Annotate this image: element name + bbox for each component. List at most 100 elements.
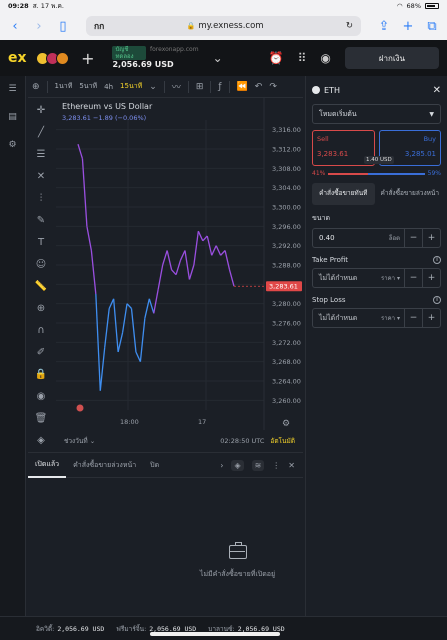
add-indicator-icon[interactable]: ⊕ bbox=[32, 82, 40, 92]
sentiment-bar: 41% 59% bbox=[312, 170, 441, 177]
price-line-segment bbox=[130, 308, 137, 353]
price-line-segment bbox=[220, 250, 226, 256]
lock-icon[interactable]: 🔒 bbox=[35, 368, 47, 381]
chevron-down-icon[interactable]: ⌄ bbox=[213, 51, 223, 65]
exness-logo[interactable]: ex bbox=[8, 50, 31, 66]
tabs-icon[interactable]: ⧉ bbox=[425, 19, 439, 34]
price-line-segment bbox=[224, 250, 231, 270]
trend-line-icon[interactable]: ╱ bbox=[38, 126, 44, 139]
channel-icon[interactable]: ⫶ bbox=[40, 192, 43, 205]
calendar-icon[interactable]: ▤ bbox=[8, 112, 17, 122]
chevron-down-icon[interactable]: ▾ bbox=[397, 315, 400, 322]
new-tab-icon[interactable]: + bbox=[401, 19, 415, 34]
decrement-button[interactable]: − bbox=[404, 309, 422, 327]
chevron-down-icon[interactable]: ⌄ bbox=[88, 437, 95, 445]
timeframe-4h[interactable]: 4h bbox=[104, 83, 113, 91]
order-mode-select[interactable]: โหมดเริ่มต้น ▼ bbox=[312, 104, 441, 124]
magnet-icon[interactable]: ∩ bbox=[37, 324, 44, 337]
crosshair-icon[interactable]: ✛ bbox=[37, 104, 45, 117]
close-icon[interactable]: ✕ bbox=[288, 461, 295, 470]
timeframe-5m[interactable]: 5นาที bbox=[79, 81, 97, 92]
event-marker bbox=[76, 404, 84, 412]
date-range-button[interactable]: ช่วงวันที่ bbox=[64, 436, 88, 446]
address-bar[interactable]: กก 🔒 my.exness.com ↻ bbox=[86, 16, 361, 36]
browser-toolbar: ‹ › ▯ กก 🔒 my.exness.com ↻ ⇪ + ⧉ bbox=[0, 12, 447, 40]
pencil-lock-icon[interactable]: ✐ bbox=[37, 346, 45, 359]
reload-icon[interactable]: ↻ bbox=[346, 21, 353, 31]
tab-pending-order[interactable]: คำสั่งซื้อขายล่วงหน้า bbox=[379, 183, 442, 205]
price-line-segment bbox=[166, 250, 173, 270]
forward-icon[interactable]: › bbox=[32, 19, 46, 34]
eth-icon bbox=[312, 86, 320, 94]
share-icon[interactable]: ⇪ bbox=[377, 19, 391, 34]
decrement-button[interactable]: − bbox=[404, 229, 422, 247]
tab-closed[interactable]: ปิด bbox=[143, 452, 166, 478]
ruler-icon[interactable]: 📏 bbox=[35, 280, 47, 293]
increment-button[interactable]: + bbox=[422, 229, 440, 247]
timeframe-1m[interactable]: 1นาที bbox=[55, 81, 73, 92]
redo-icon[interactable]: ↷ bbox=[269, 82, 277, 92]
deposit-button[interactable]: ฝากเงิน bbox=[344, 47, 439, 69]
stack-icon[interactable]: ≋ bbox=[251, 459, 265, 471]
alarm-clock-icon[interactable]: ⏰ bbox=[269, 51, 284, 65]
y-tick-label: 3,312.00 bbox=[272, 146, 301, 154]
info-icon[interactable]: i bbox=[433, 296, 441, 304]
brush-icon[interactable]: ✎ bbox=[37, 214, 45, 227]
chevron-down-icon[interactable]: ⌄ bbox=[149, 82, 157, 92]
chart-canvas[interactable]: 3,316.00 3,312.00 3,308.00 3,304.00 3,300.00… bbox=[56, 98, 303, 450]
tab-open[interactable]: เปิดแล้ว bbox=[28, 452, 67, 478]
increment-button[interactable]: + bbox=[422, 309, 440, 327]
layers-icon[interactable]: ◈ bbox=[37, 434, 45, 447]
undo-icon[interactable]: ↶ bbox=[255, 82, 263, 92]
group-icon[interactable]: ◈ bbox=[231, 459, 244, 471]
emoji-icon[interactable]: ☺ bbox=[36, 258, 46, 271]
chart-type-icon[interactable]: 〰 bbox=[172, 80, 181, 93]
y-tick-label: 3,308.00 bbox=[272, 165, 301, 173]
add-instrument-icon[interactable]: + bbox=[81, 49, 94, 68]
price-line-segment bbox=[228, 269, 235, 287]
chevron-down-icon[interactable]: ▾ bbox=[397, 275, 400, 282]
book-icon[interactable]: ▯ bbox=[56, 19, 70, 34]
layout-icon[interactable]: ⊞ bbox=[196, 82, 204, 92]
instrument-flag[interactable] bbox=[56, 51, 70, 65]
settings-icon[interactable]: ⚙ bbox=[8, 140, 16, 150]
take-profit-input[interactable]: ไม่ได้กำหนด ราคา ▾ − + bbox=[312, 268, 441, 288]
trash-icon[interactable]: 🗑 bbox=[35, 412, 48, 425]
decrement-button[interactable]: − bbox=[404, 269, 422, 287]
price-line-segment bbox=[188, 264, 195, 280]
chevron-right-icon[interactable]: › bbox=[220, 461, 223, 470]
volume-input[interactable]: 0.40 ล็อต − + bbox=[312, 228, 441, 248]
timeframe-15m[interactable]: 15นาที bbox=[120, 81, 142, 92]
positions-panel: ไม่มีคำสั่งซื้อขายที่เปิดอยู่ bbox=[28, 478, 447, 616]
stop-loss-input[interactable]: ไม่ได้กำหนด ราคา ▾ − + bbox=[312, 308, 441, 328]
back-icon[interactable]: ‹ bbox=[8, 19, 22, 34]
price-chart[interactable]: 3,316.00 3,312.00 3,308.00 3,304.00 3,300.00… bbox=[56, 98, 303, 450]
auto-scale-toggle[interactable]: อัตโนมัติ bbox=[270, 436, 295, 446]
tab-pending[interactable]: คำสั่งซื้อขายล่วงหน้า bbox=[66, 452, 143, 478]
more-icon[interactable]: ⋮ bbox=[272, 461, 280, 470]
pattern-icon[interactable]: ✕ bbox=[37, 170, 45, 183]
sell-ratio: 41% bbox=[312, 170, 326, 177]
apps-grid-icon[interactable]: ⠿ bbox=[298, 51, 307, 65]
briefcase-icon bbox=[228, 541, 247, 559]
price-line-segment bbox=[135, 351, 141, 362]
menu-icon[interactable]: ☰ bbox=[8, 84, 16, 94]
text-icon[interactable]: T bbox=[38, 236, 44, 249]
increment-button[interactable]: + bbox=[422, 269, 440, 287]
instrument-tabs[interactable] bbox=[36, 51, 70, 65]
tab-market-order[interactable]: คำสั่งซื้อขายทันที bbox=[312, 183, 375, 205]
zoom-in-icon[interactable]: ⊕ bbox=[37, 302, 45, 315]
fib-icon[interactable]: ☰ bbox=[37, 148, 46, 161]
rewind-icon[interactable]: ⏪ bbox=[237, 82, 248, 92]
price-line-segment bbox=[139, 318, 146, 362]
info-icon[interactable]: i bbox=[433, 256, 441, 264]
chart-quote: 3,283.61 −1.89 (−0.06%) bbox=[62, 114, 147, 122]
close-icon[interactable]: ✕ bbox=[433, 85, 441, 96]
profile-icon[interactable]: ◉ bbox=[320, 51, 330, 65]
eye-icon[interactable]: ◉ bbox=[37, 390, 46, 403]
indicators-icon[interactable]: ƒ bbox=[218, 82, 221, 92]
reader-aa-button[interactable]: กก bbox=[94, 19, 104, 33]
last-price-label: 3,283.61 bbox=[269, 283, 298, 291]
account-selector[interactable]: บัญชีทดลอง forexonapp.com 2,056.69 USD bbox=[112, 46, 199, 70]
account-summary-bar: อิควิตี้: 2,056.69 USD ฟรีมาร์จิ้น: 2,056.… bbox=[0, 616, 447, 640]
